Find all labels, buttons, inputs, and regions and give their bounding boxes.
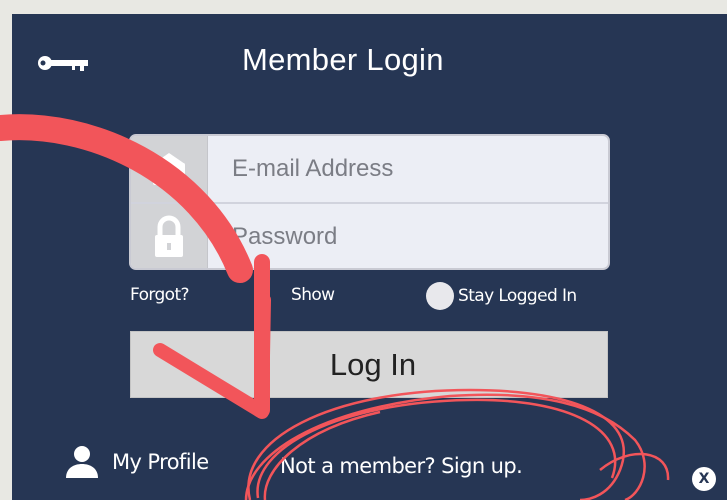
padlock-icon bbox=[131, 204, 208, 268]
forgot-password-link[interactable]: Forgot? bbox=[130, 285, 190, 305]
key-icon bbox=[38, 56, 88, 71]
close-button[interactable]: X bbox=[692, 467, 716, 491]
show-password-toggle[interactable]: Show bbox=[291, 285, 335, 305]
email-field[interactable] bbox=[208, 136, 608, 202]
password-row bbox=[131, 204, 608, 268]
login-form bbox=[129, 134, 610, 270]
stay-logged-in-option[interactable]: Stay Logged In bbox=[426, 282, 577, 310]
user-icon bbox=[66, 446, 98, 478]
my-profile-label: My Profile bbox=[112, 450, 209, 474]
page-title: Member Login bbox=[242, 42, 444, 77]
my-profile-link[interactable]: My Profile bbox=[64, 444, 209, 480]
email-row bbox=[131, 136, 608, 204]
envelope-icon bbox=[131, 136, 208, 202]
stay-logged-in-radio[interactable] bbox=[426, 282, 454, 310]
stay-logged-in-label: Stay Logged In bbox=[458, 286, 577, 306]
login-button[interactable]: Log In bbox=[130, 331, 608, 398]
signup-link[interactable]: Not a member? Sign up. bbox=[280, 454, 523, 478]
password-field[interactable] bbox=[208, 204, 608, 268]
